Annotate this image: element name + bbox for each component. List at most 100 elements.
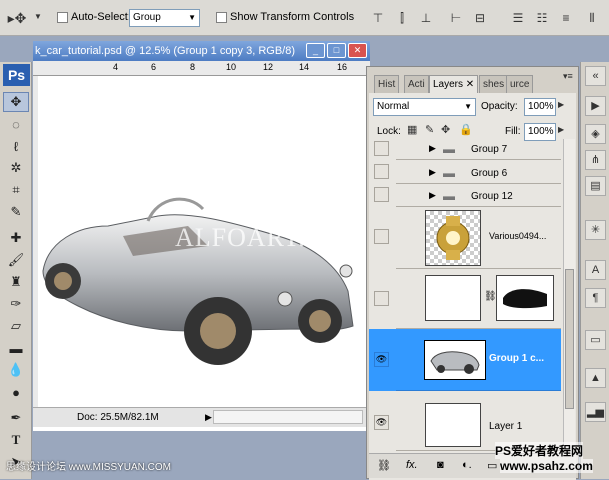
visibility-toggle[interactable] bbox=[374, 229, 389, 244]
align-left-icon[interactable]: ⊢ bbox=[446, 8, 466, 28]
layer-row-masked[interactable]: ⛓ bbox=[396, 269, 561, 329]
layers-stack-icon[interactable]: ◈ bbox=[585, 124, 606, 144]
lock-all-icon[interactable]: 🔒 bbox=[459, 123, 473, 136]
pen-tool-icon[interactable]: ✒ bbox=[3, 408, 29, 428]
crop-tool-icon[interactable]: ⌗ bbox=[3, 180, 29, 200]
channels-icon[interactable]: ⋔ bbox=[585, 150, 606, 170]
paragraph-icon[interactable]: ¶ bbox=[585, 288, 606, 308]
marquee-tool-icon[interactable]: ◌ bbox=[3, 114, 29, 134]
folder-icon[interactable]: ▭ bbox=[487, 459, 497, 472]
layer-name: Group 12 bbox=[471, 191, 513, 202]
healing-brush-icon[interactable]: ✚ bbox=[3, 228, 29, 248]
character-icon[interactable]: A bbox=[585, 260, 606, 280]
lock-pixels-icon[interactable]: ✎ bbox=[425, 123, 434, 136]
layer-mask-thumbnail bbox=[496, 275, 554, 321]
minimize-icon[interactable]: _ bbox=[306, 43, 325, 58]
brush-tool-icon[interactable]: 🖌 bbox=[3, 250, 29, 270]
blend-mode-dropdown[interactable]: Normal ▼ bbox=[373, 98, 476, 116]
clone-stamp-icon[interactable]: ♜ bbox=[3, 272, 29, 292]
expand-arrow-icon[interactable]: ▶ bbox=[429, 167, 436, 178]
visibility-toggle[interactable] bbox=[374, 164, 389, 179]
layer-row-group-1-copy[interactable]: Group 1 c... bbox=[396, 329, 561, 391]
navigator-icon[interactable]: ▶ bbox=[585, 96, 606, 116]
opacity-input[interactable]: 100% bbox=[524, 98, 556, 116]
layer-row-group-6[interactable]: ▶ ▬ Group 6 bbox=[396, 161, 561, 184]
eye-icon[interactable]: 👁 bbox=[374, 415, 389, 430]
auto-select-value: Group bbox=[133, 12, 161, 23]
auto-select-dropdown[interactable]: Group ▼ bbox=[129, 9, 200, 27]
document-title-bar[interactable]: k_car_tutorial.psd @ 12.5% (Group 1 copy… bbox=[33, 41, 370, 61]
tool-preset-arrow-icon[interactable]: ▼ bbox=[34, 12, 42, 21]
adjustment-icon[interactable]: ◐. bbox=[462, 459, 472, 471]
folder-icon: ▬ bbox=[443, 189, 455, 203]
notes-icon[interactable]: ▭ bbox=[585, 330, 606, 350]
distribute-left-icon[interactable]: ⫴ bbox=[582, 8, 602, 28]
fill-arrow-icon[interactable]: ▶ bbox=[558, 125, 564, 134]
layer-row-group-7[interactable]: ▶ ▬ Group 7 bbox=[396, 139, 561, 160]
layer-name: Various0494... bbox=[489, 231, 547, 241]
close-icon[interactable]: ✕ bbox=[348, 43, 367, 58]
link-icon[interactable]: ⛓ bbox=[484, 291, 497, 302]
paths-icon[interactable]: ▤ bbox=[585, 176, 606, 196]
tab-brushes[interactable]: shes bbox=[479, 75, 509, 93]
tab-layers[interactable]: Layers ✕ bbox=[429, 75, 479, 93]
magic-wand-icon[interactable]: ✲ bbox=[3, 158, 29, 178]
visibility-toggle[interactable] bbox=[374, 187, 389, 202]
gradient-tool-icon[interactable]: ▬ bbox=[3, 338, 29, 358]
swatches-icon[interactable]: ✳ bbox=[585, 220, 606, 240]
status-bar: Doc: 25.5M/82.1M ▶ bbox=[33, 407, 370, 427]
align-bottom-icon[interactable]: ⊥ bbox=[416, 8, 436, 28]
maximize-icon[interactable]: □ bbox=[327, 43, 346, 58]
distribute-bottom-icon[interactable]: ≡ bbox=[556, 8, 576, 28]
lock-position-icon[interactable]: ✥ bbox=[441, 123, 450, 136]
layer-row-group-12[interactable]: ▶ ▬ Group 12 bbox=[396, 184, 561, 207]
watermark-text: ALFOART.COM bbox=[175, 223, 369, 252]
layer-thumbnail bbox=[425, 210, 481, 266]
fx-icon[interactable]: fx. bbox=[406, 459, 418, 471]
tab-history[interactable]: Hist bbox=[374, 75, 400, 93]
visibility-toggle[interactable] bbox=[374, 141, 389, 156]
eye-icon[interactable]: 👁 bbox=[374, 352, 389, 367]
expand-arrow-icon[interactable]: ▶ bbox=[429, 190, 436, 201]
tool-presets-icon[interactable]: ▲ bbox=[585, 368, 606, 388]
distribute-top-icon[interactable]: ☰ bbox=[508, 8, 528, 28]
tools-panel: Ps ✥ ◌ ℓ ✲ ⌗ ✎ ✚ 🖌 ♜ ✑ ▱ ▬ 💧 ● ✒ T ➤ bbox=[0, 62, 32, 479]
lock-transparency-icon[interactable]: ▦ bbox=[407, 123, 417, 136]
eraser-tool-icon[interactable]: ▱ bbox=[3, 316, 29, 336]
expand-arrow-icon[interactable]: ▶ bbox=[429, 143, 436, 154]
status-arrow-icon[interactable]: ▶ bbox=[205, 408, 212, 427]
dock-collapse-icon[interactable]: « bbox=[585, 66, 606, 86]
bottom-right-watermark-url: www.psahz.com bbox=[500, 459, 593, 473]
visibility-toggle[interactable] bbox=[374, 291, 389, 306]
histogram-icon[interactable]: ▂▅ bbox=[585, 402, 606, 422]
align-hcenter-icon[interactable]: ⊟ bbox=[470, 8, 490, 28]
panel-menu-icon[interactable]: ▾≡ bbox=[563, 71, 573, 82]
scrollbar-thumb[interactable] bbox=[565, 269, 574, 409]
layers-scrollbar[interactable] bbox=[563, 139, 575, 451]
show-transform-checkbox[interactable] bbox=[216, 12, 227, 23]
horizontal-scrollbar[interactable] bbox=[213, 410, 363, 424]
eyedropper-icon[interactable]: ✎ bbox=[3, 202, 29, 222]
move-tool-icon[interactable]: ✥ bbox=[3, 92, 29, 112]
layer-name: Layer 1 bbox=[489, 421, 523, 432]
history-brush-icon[interactable]: ✑ bbox=[3, 294, 29, 314]
move-tool-icon[interactable]: ▸✥ bbox=[4, 8, 30, 28]
link-icon[interactable]: ⛓ bbox=[377, 459, 391, 472]
auto-select-checkbox[interactable] bbox=[57, 12, 68, 23]
align-top-icon[interactable]: ⊤ bbox=[368, 8, 388, 28]
align-vcenter-icon[interactable]: ⫿ bbox=[392, 8, 412, 28]
opacity-arrow-icon[interactable]: ▶ bbox=[558, 100, 564, 109]
tab-actions[interactable]: Acti bbox=[404, 75, 429, 93]
distribute-vcenter-icon[interactable]: ☷ bbox=[532, 8, 552, 28]
mask-icon[interactable]: ◙ bbox=[437, 459, 444, 471]
dodge-tool-icon[interactable]: ● bbox=[3, 382, 29, 402]
lasso-tool-icon[interactable]: ℓ bbox=[3, 136, 29, 156]
close-tab-icon[interactable]: ✕ bbox=[466, 79, 474, 90]
blur-tool-icon[interactable]: 💧 bbox=[3, 360, 29, 380]
options-bar: ▸✥ ▼ Auto-Select: Group ▼ Show Transform… bbox=[0, 0, 609, 36]
tab-source[interactable]: urce bbox=[506, 75, 534, 93]
folder-icon: ▬ bbox=[443, 142, 455, 156]
chevron-down-icon: ▼ bbox=[188, 13, 196, 22]
layer-row-various[interactable]: Various0494... bbox=[396, 207, 561, 269]
type-tool-icon[interactable]: T bbox=[3, 430, 29, 450]
